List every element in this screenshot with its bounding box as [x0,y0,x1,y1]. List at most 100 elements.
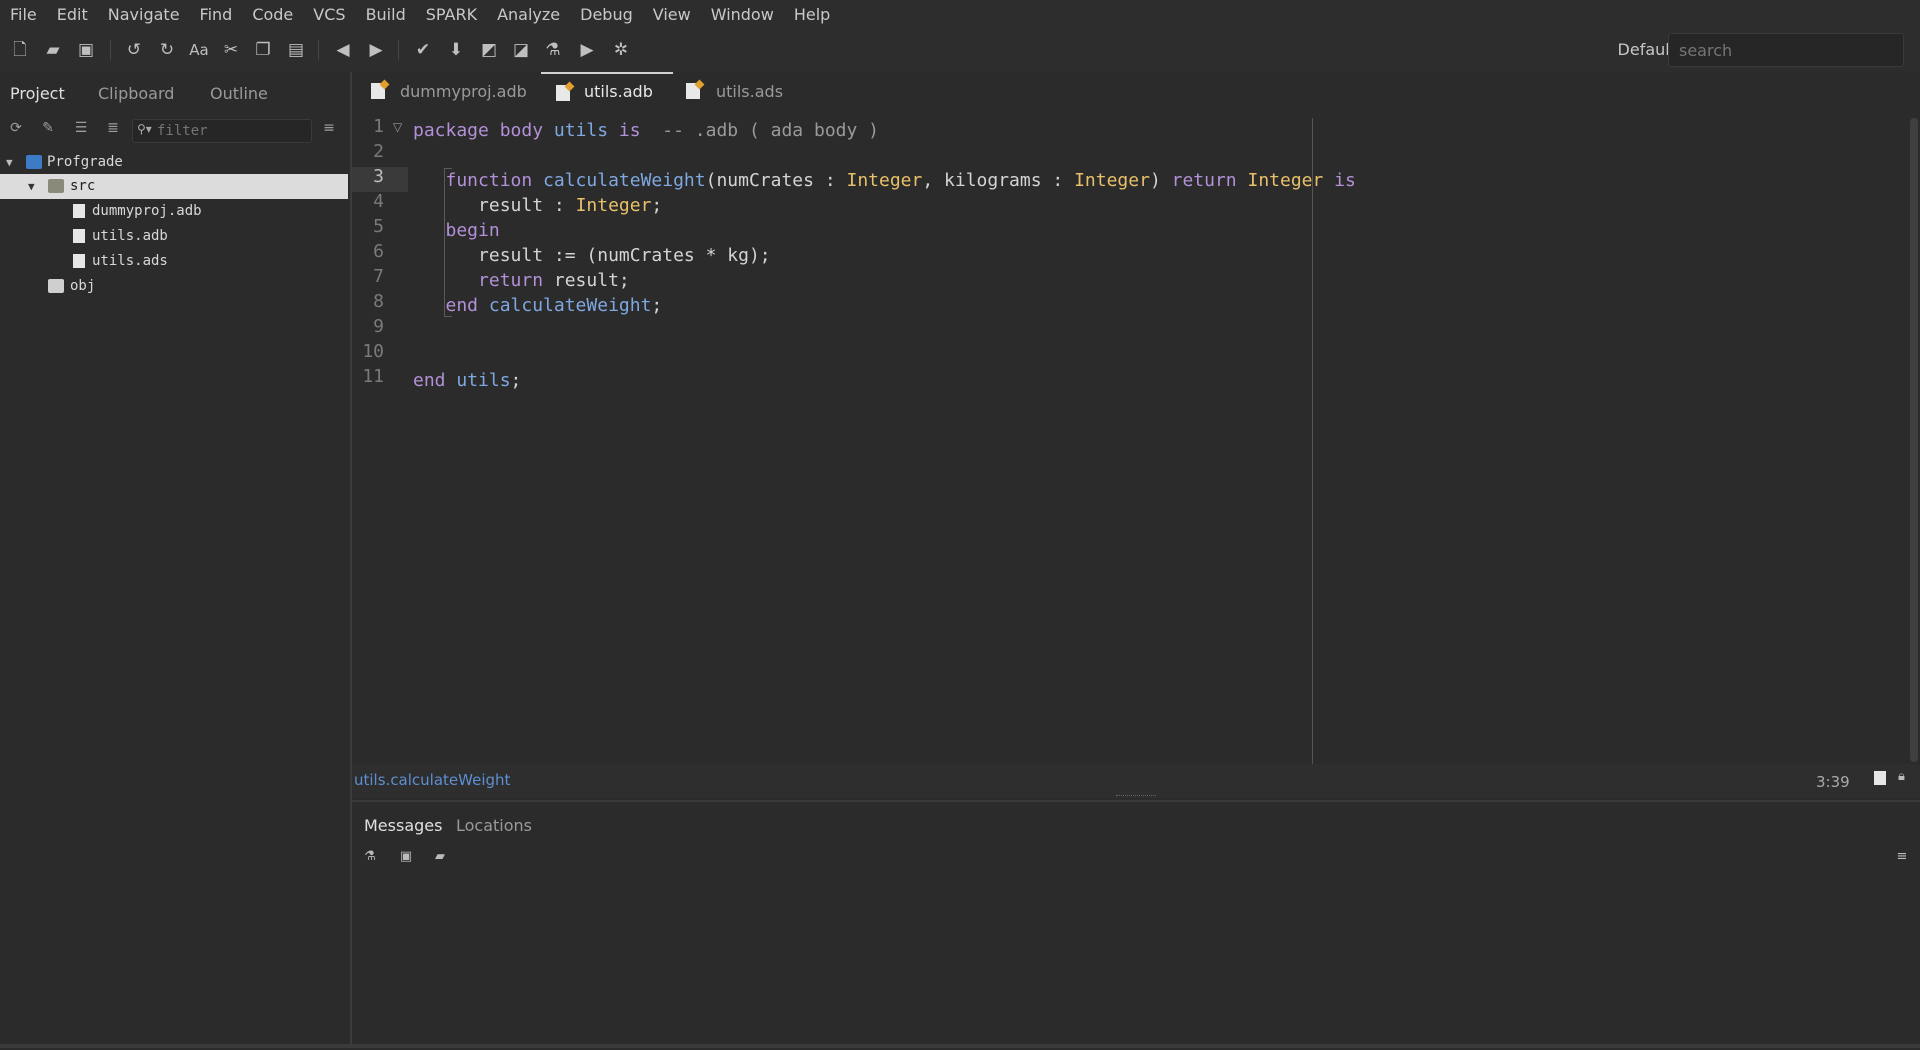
code-token: utils [553,120,609,141]
tab-clipboard[interactable]: Clipboard [98,84,174,103]
tab-utils-adb[interactable]: utils.adb [541,72,673,112]
open-folder-icon[interactable]: ▰ [42,39,64,61]
code-comment: -- .adb ( ada body ) [640,120,880,141]
code-token: ; [510,370,522,391]
back-arrow-icon[interactable]: ◀ [332,39,354,61]
undo-icon[interactable]: ↺ [123,39,145,61]
collapse-icon[interactable]: ☰ [72,119,90,137]
toolbar-separator [110,40,111,60]
menu-view[interactable]: View [643,0,701,29]
menu-window[interactable]: Window [701,0,784,29]
folder-icon[interactable]: ▰ [432,849,448,865]
tree-item-file[interactable]: utils.adb [0,224,348,249]
panel-menu-icon[interactable]: ≡ [1894,849,1910,865]
code-token: ; [651,195,663,216]
tree-item-file[interactable]: dummyproj.adb [0,199,348,224]
filter-input[interactable] [157,122,307,140]
cut-icon[interactable]: ✂ [220,39,242,61]
tree-item-obj[interactable]: obj [0,274,348,299]
filter-box[interactable]: ⚲▾ [132,119,312,143]
code-token: is [1323,170,1356,191]
menu-file[interactable]: File [0,0,47,29]
line-number: 11 [362,366,384,387]
paste-icon[interactable]: ▤ [285,39,307,61]
code-token: utils [456,370,511,391]
file-modified-icon[interactable] [1874,771,1886,785]
forward-arrow-icon[interactable]: ▶ [365,39,387,61]
menu-help[interactable]: Help [784,0,840,29]
save-icon[interactable]: ▣ [398,849,414,865]
fold-chevron-icon[interactable]: ▽ [393,120,402,134]
breadcrumb-package[interactable]: utils [354,771,386,789]
new-file-icon[interactable]: 🗋 [9,39,31,61]
tree-item-project[interactable]: ▼ Profgrade [0,150,348,175]
code-token: , kilograms : [922,170,1075,191]
tab-locations[interactable]: Locations [456,816,532,835]
file-edit-icon [686,83,700,99]
check-icon[interactable]: ✔ [412,39,434,61]
code-token: end [413,295,489,316]
menu-edit[interactable]: Edit [47,0,98,29]
file-icon [73,204,85,218]
build-all-icon[interactable]: ◪ [510,39,532,61]
file-edit-icon [371,83,385,99]
menu-find[interactable]: Find [190,0,243,29]
font-icon[interactable]: Aa [188,39,210,61]
tab-project[interactable]: Project [10,84,65,103]
code-token: Integer [575,195,652,216]
redo-icon[interactable]: ↻ [156,39,178,61]
expand-arrow-icon[interactable]: ▼ [28,174,35,199]
tree-item-src[interactable]: ▼ src [0,174,348,199]
expand-arrow-icon[interactable]: ▼ [6,150,13,175]
breadcrumb-function[interactable]: .calculateWeight [386,771,511,789]
reload-icon[interactable]: ⟳ [7,119,25,137]
download-icon[interactable]: ⬇ [445,39,467,61]
folder-icon [48,179,64,193]
menu-build[interactable]: Build [356,0,416,29]
menu-bar: File Edit Navigate Find Code VCS Build S… [0,0,1920,29]
code-token: result; [543,270,630,291]
tree-label: utils.adb [92,228,168,244]
menu-debug[interactable]: Debug [570,0,643,29]
menu-analyze[interactable]: Analyze [487,0,570,29]
splitter-handle[interactable] [1116,795,1156,799]
code-token: package body [413,120,554,141]
run-icon[interactable]: ▶ [576,39,598,61]
code-line: end calculateWeight; [413,293,663,318]
code-token: Integer [1247,170,1324,191]
breadcrumb[interactable]: utils.calculateWeight [354,771,510,789]
toolbar-separator [318,40,319,60]
code-token: result : [413,195,576,216]
save-icon[interactable]: ▣ [75,39,97,61]
code-line: end utils; [413,368,521,393]
code-token: return [1171,170,1248,191]
tab-label: dummyproj.adb [400,82,527,101]
build-icon[interactable]: ◩ [478,39,500,61]
panel-menu-icon[interactable]: ≡ [320,119,338,137]
editor-status-bar [352,764,1920,798]
tab-messages[interactable]: Messages [364,816,442,835]
global-search-input[interactable] [1668,33,1904,67]
clear-icon[interactable]: ⚗ [362,849,378,865]
file-edit-icon [556,85,570,101]
menu-code[interactable]: Code [242,0,303,29]
debug-icon[interactable]: ✲ [610,39,632,61]
tab-outline[interactable]: Outline [210,84,268,103]
tab-dummyproj-adb[interactable]: dummyproj.adb [364,72,527,110]
tab-utils-ads[interactable]: utils.ads [686,72,806,110]
tab-label: utils.ads [716,82,784,101]
menu-spark[interactable]: SPARK [416,0,487,29]
menu-vcs[interactable]: VCS [303,0,355,29]
menu-navigate[interactable]: Navigate [98,0,190,29]
lock-icon[interactable]: 🔒︎ [1898,769,1905,784]
flask-icon[interactable]: ⚗ [542,39,564,61]
copy-icon[interactable]: ❐ [252,39,274,61]
edit-icon[interactable]: ✎ [39,119,57,137]
toolbar-separator [398,40,399,60]
code-line: result := (numCrates * kg); [413,243,771,268]
project-folder-icon [26,155,42,169]
list-icon[interactable]: ≣ [104,119,122,137]
code-token: Integer [1074,170,1150,191]
tree-item-file[interactable]: utils.ads [0,249,348,274]
vertical-scrollbar[interactable] [1910,118,1918,762]
